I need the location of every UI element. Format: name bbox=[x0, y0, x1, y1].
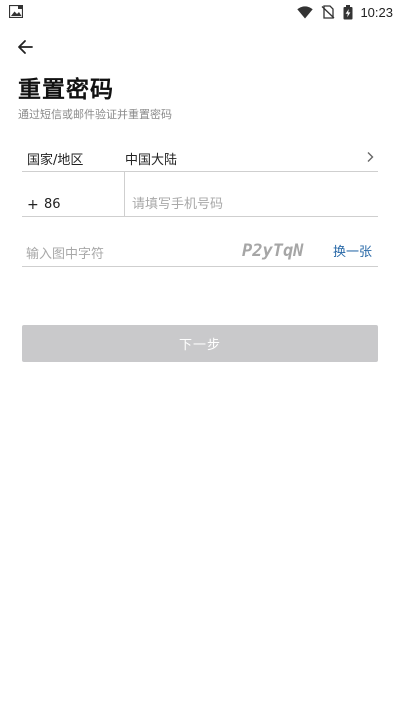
phone-input[interactable] bbox=[132, 194, 368, 214]
back-button[interactable] bbox=[12, 34, 38, 60]
wifi-icon bbox=[297, 5, 314, 18]
country-value: 中国大陆 bbox=[125, 153, 178, 168]
country-selector[interactable]: 国家/地区 中国大陆 bbox=[22, 143, 378, 172]
country-label: 国家/地区 bbox=[27, 153, 84, 168]
phone-row: + 86 bbox=[22, 172, 378, 217]
photo-icon bbox=[9, 5, 23, 18]
country-code: 86 bbox=[44, 197, 61, 212]
captcha-row: P2yTqN 换一张 bbox=[22, 236, 378, 267]
phone-divider bbox=[124, 172, 125, 216]
page-title: 重置密码 bbox=[18, 77, 114, 103]
status-icons: 10:23 bbox=[297, 0, 393, 24]
country-code-plus: + bbox=[27, 197, 39, 213]
captcha-input[interactable] bbox=[26, 244, 226, 264]
status-time: 10:23 bbox=[360, 4, 393, 20]
captcha-image[interactable]: P2yTqN bbox=[242, 239, 304, 263]
no-sim-icon bbox=[322, 5, 335, 19]
refresh-captcha-link[interactable]: 换一张 bbox=[333, 241, 372, 260]
arrow-left-icon bbox=[18, 40, 33, 54]
chevron-right-icon bbox=[367, 152, 374, 162]
next-button[interactable]: 下一步 bbox=[22, 325, 378, 362]
page-subtitle: 通过短信或邮件验证并重置密码 bbox=[18, 108, 172, 121]
battery-charging-icon bbox=[343, 4, 353, 19]
status-bar: 10:23 bbox=[0, 0, 400, 24]
